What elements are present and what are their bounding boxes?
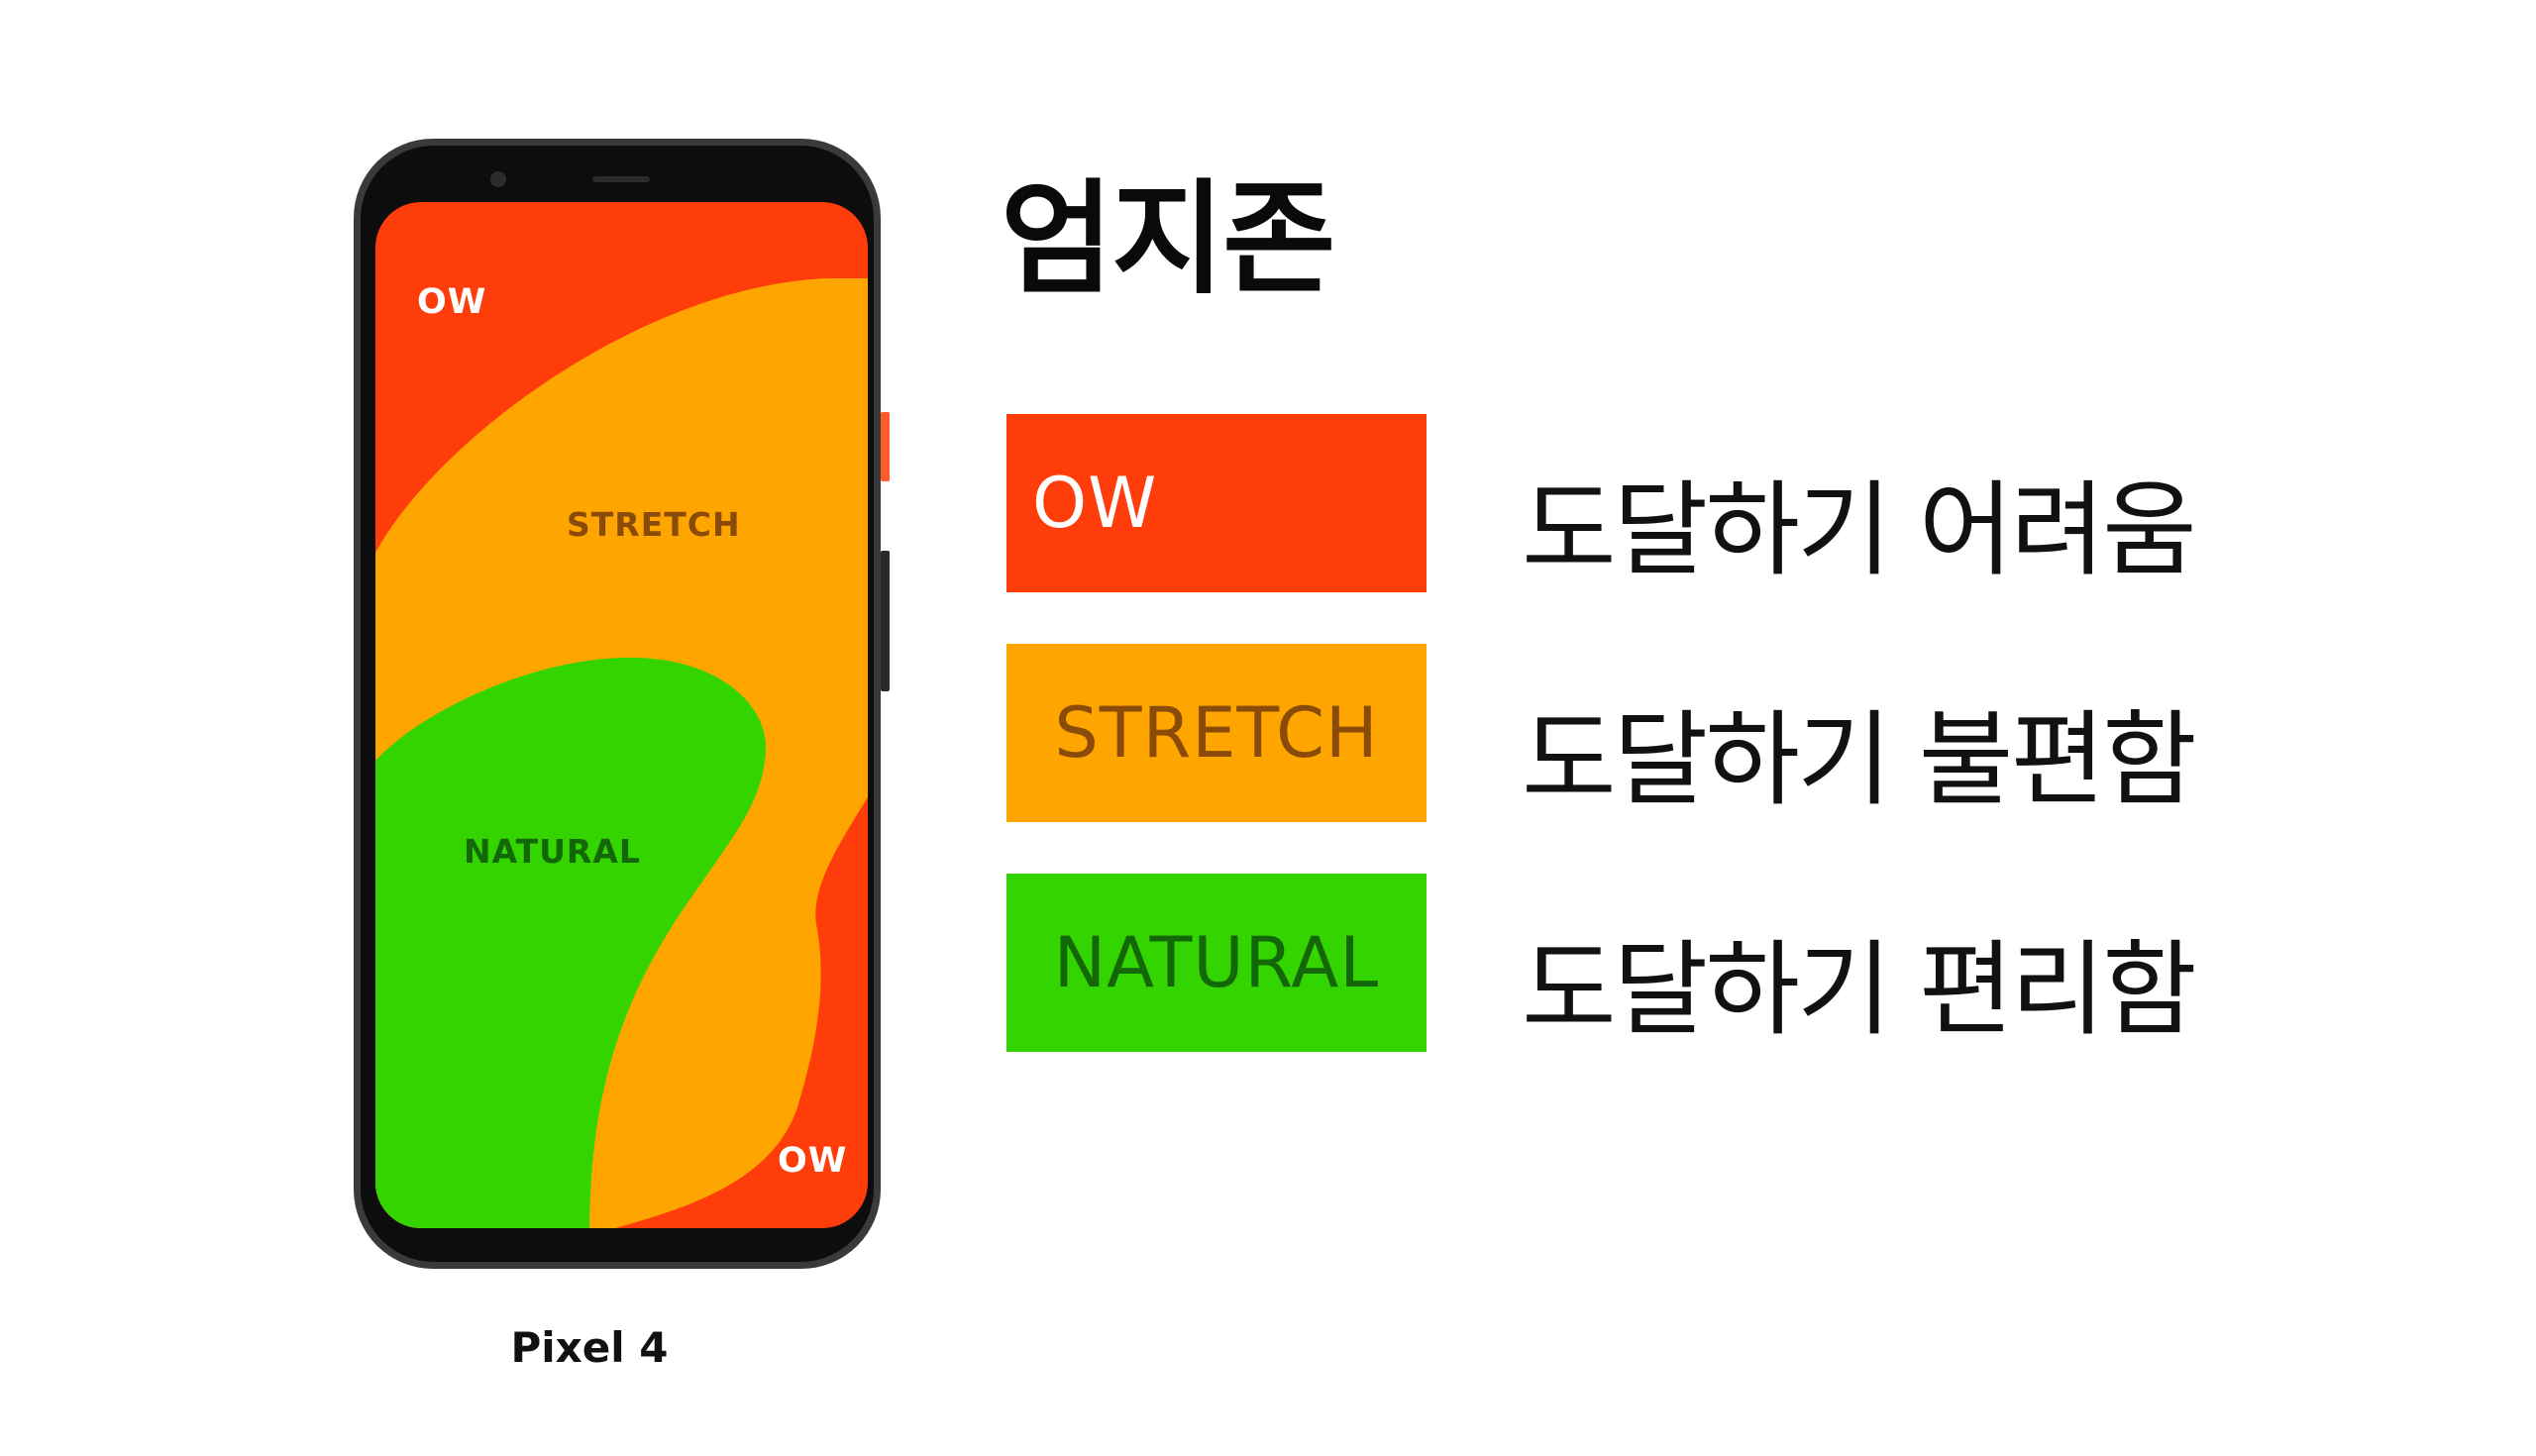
legend-swatch-natural: NATURAL xyxy=(1006,874,1426,1052)
zone-label-stretch: STRETCH xyxy=(567,505,741,544)
zone-label-natural: NATURAL xyxy=(464,832,641,871)
volume-button xyxy=(881,551,890,691)
zone-label-ow-top: OW xyxy=(417,282,487,322)
legend-swatch-stretch: STRETCH xyxy=(1006,644,1426,822)
legend-description-natural: 도달하기 편리함 xyxy=(1522,929,2197,1050)
phone-screen xyxy=(375,202,868,1228)
page-title: 엄지존 xyxy=(1001,168,1335,311)
power-button xyxy=(881,412,890,481)
legend-description-stretch: 도달하기 불편함 xyxy=(1522,699,2197,820)
legend-label-ow: OW xyxy=(1032,463,1158,544)
legend-label-stretch: STRETCH xyxy=(1054,692,1379,774)
legend-label-natural: NATURAL xyxy=(1053,922,1380,1003)
zone-label-ow-bottom: OW xyxy=(778,1141,848,1181)
front-camera-icon xyxy=(490,171,506,187)
legend-description-ow: 도달하기 어려움 xyxy=(1522,469,2197,590)
earpiece-speaker xyxy=(592,176,650,182)
legend-swatch-ow: OW xyxy=(1006,414,1426,592)
